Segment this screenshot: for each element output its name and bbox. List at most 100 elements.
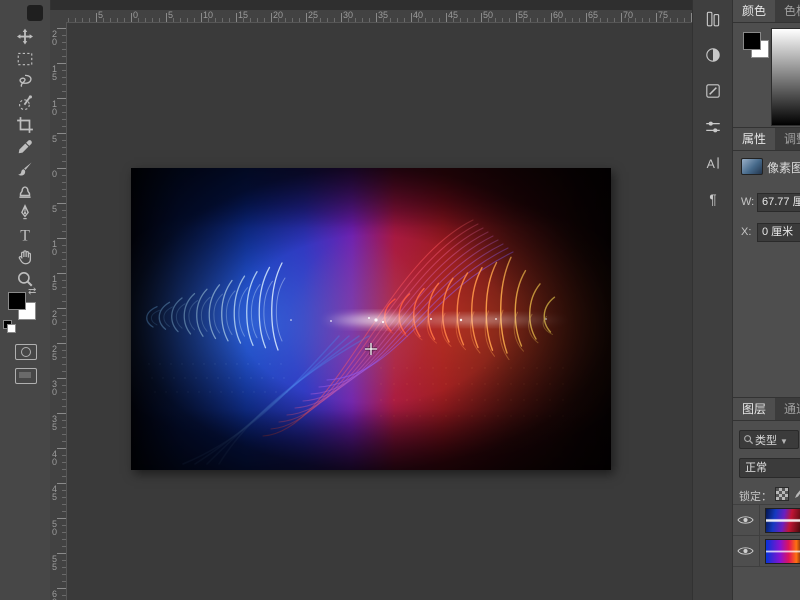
swap-colors-icon[interactable]: ⇄ (28, 286, 36, 297)
ruler-label: 30 (343, 10, 353, 20)
panel-dock-strip: A¶ (692, 0, 733, 600)
ruler-label: 70 (623, 10, 633, 20)
ruler-label: 2 0 (52, 310, 57, 326)
marquee-tool[interactable] (16, 50, 34, 68)
ruler-label: 75 (658, 10, 668, 20)
ruler-label: 10 (203, 10, 213, 20)
ruler-label: 5 (52, 205, 57, 213)
ruler-label: 0 (133, 10, 138, 20)
layer-row[interactable] (733, 504, 800, 536)
horizontal-ruler[interactable]: 5051015202530354045505560657075 (66, 10, 692, 23)
ruler-label: 5 (52, 135, 57, 143)
crop-tool[interactable] (16, 116, 34, 134)
styles-icon[interactable] (704, 82, 722, 100)
lock-transparency-icon[interactable] (775, 487, 789, 501)
ruler-label: 50 (483, 10, 493, 20)
layers-panel-tabs: 图层通道 (733, 398, 800, 421)
toolbar-collapse-button[interactable] (27, 5, 43, 21)
tab-adjustments[interactable]: 调整 (775, 128, 800, 150)
ruler-label: 0 (52, 170, 57, 178)
pen-tool[interactable] (16, 204, 34, 222)
paragraph-icon[interactable]: ¶ (704, 190, 722, 208)
pixel-layer-label: 像素图层 (767, 159, 800, 176)
layer-thumbnail[interactable] (765, 539, 800, 564)
ruler-label: 3 0 (52, 380, 57, 396)
ruler-label: 15 (238, 10, 248, 20)
ruler-label: 5 0 (52, 520, 57, 536)
ruler-label: 5 5 (52, 555, 57, 571)
color-ramp-field[interactable] (771, 28, 800, 126)
ruler-label: 25 (308, 10, 318, 20)
layer-row[interactable] (733, 536, 800, 567)
tab-channels[interactable]: 通道 (775, 398, 800, 420)
blend-mode-dropdown[interactable]: ▼正常 (739, 458, 800, 478)
color-panel-foreground-swatch[interactable] (743, 32, 761, 50)
ruler-label: 3 5 (52, 415, 57, 431)
tab-color[interactable]: 颜色 (733, 0, 775, 22)
quick-mask-icon (21, 347, 31, 357)
vertical-ruler[interactable]: 2 01 51 05051 01 52 02 53 03 54 04 55 05… (50, 22, 67, 600)
quick-mask-button[interactable] (15, 344, 37, 360)
ruler-label: 1 5 (52, 65, 57, 81)
lasso-tool[interactable] (16, 72, 34, 90)
quick-selection-tool[interactable] (16, 94, 34, 112)
sliders-icon[interactable] (704, 118, 722, 136)
ruler-label: 2 0 (52, 30, 57, 46)
ruler-label: 5 (168, 10, 173, 20)
ruler-label: 40 (413, 10, 423, 20)
ruler-label: 1 5 (52, 275, 57, 291)
window-top-strip (0, 0, 692, 10)
tools-panel: T ⇄ (0, 0, 51, 600)
hand-tool[interactable] (16, 248, 34, 266)
clone-stamp-tool[interactable] (16, 182, 34, 200)
ruler-label: 1 0 (52, 240, 57, 256)
tab-properties[interactable]: 属性 (733, 128, 775, 150)
foreground-color-swatch[interactable] (8, 292, 26, 310)
lock-paint-icon[interactable] (791, 487, 800, 499)
x-field[interactable]: 0 厘米 (757, 223, 800, 242)
photoshop-window: T ⇄ 5051015202530354045505560657075 2 01… (0, 0, 800, 600)
ruler-label: 6 0 (52, 590, 57, 600)
tab-layers[interactable]: 图层 (733, 398, 775, 420)
width-field[interactable]: 67.77 厘米 (757, 193, 800, 212)
search-icon (743, 434, 754, 445)
ruler-label: 20 (273, 10, 283, 20)
ruler-label: 5 (98, 10, 103, 20)
color-panel-tabs: 颜色色板 (733, 0, 800, 23)
ruler-label: 60 (553, 10, 563, 20)
ruler-label: 35 (378, 10, 388, 20)
screen-mode-button[interactable] (15, 368, 37, 384)
chevron-down-icon: ▼ (780, 437, 788, 446)
properties-panel-tabs: 属性调整 (733, 128, 800, 151)
tab-swatches[interactable]: 色板 (775, 0, 800, 22)
svg-text:A: A (707, 157, 716, 171)
ruler-label: 45 (448, 10, 458, 20)
svg-text:¶: ¶ (709, 192, 716, 207)
brush-tool[interactable] (16, 160, 34, 178)
move-tool[interactable] (16, 28, 34, 46)
document-canvas[interactable] (131, 168, 611, 470)
ruler-label: 1 0 (52, 100, 57, 116)
default-colors-icon[interactable] (3, 320, 15, 332)
type-tool[interactable]: T (16, 226, 34, 244)
layer-filter-label: 类型 (755, 435, 777, 447)
eyedropper-tool[interactable] (16, 138, 34, 156)
libraries-icon[interactable] (704, 10, 722, 28)
ruler-label: 4 0 (52, 450, 57, 466)
right-panel: 颜色色板 属性调整 像素图层 W: 67.77 厘米 X: 0 厘米 图层通道 … (732, 0, 800, 600)
layer-filter-dropdown[interactable]: 类型▼ (739, 430, 799, 449)
lock-label: 锁定： (739, 488, 772, 504)
svg-text:T: T (20, 228, 30, 244)
blend-mode-value: 正常 (745, 462, 767, 474)
ruler-label: 65 (588, 10, 598, 20)
layer-thumbnail[interactable] (765, 508, 800, 533)
layer-visibility-eye-icon[interactable] (733, 536, 760, 566)
character-icon[interactable]: A (704, 154, 722, 172)
width-field-label: W: (741, 196, 754, 208)
x-field-label: X: (741, 226, 751, 238)
adjustments-icon[interactable] (704, 46, 722, 64)
ruler-label: 4 5 (52, 485, 57, 501)
layer-visibility-eye-icon[interactable] (733, 505, 760, 535)
pixel-layer-icon (741, 158, 763, 175)
ruler-label: 55 (518, 10, 528, 20)
